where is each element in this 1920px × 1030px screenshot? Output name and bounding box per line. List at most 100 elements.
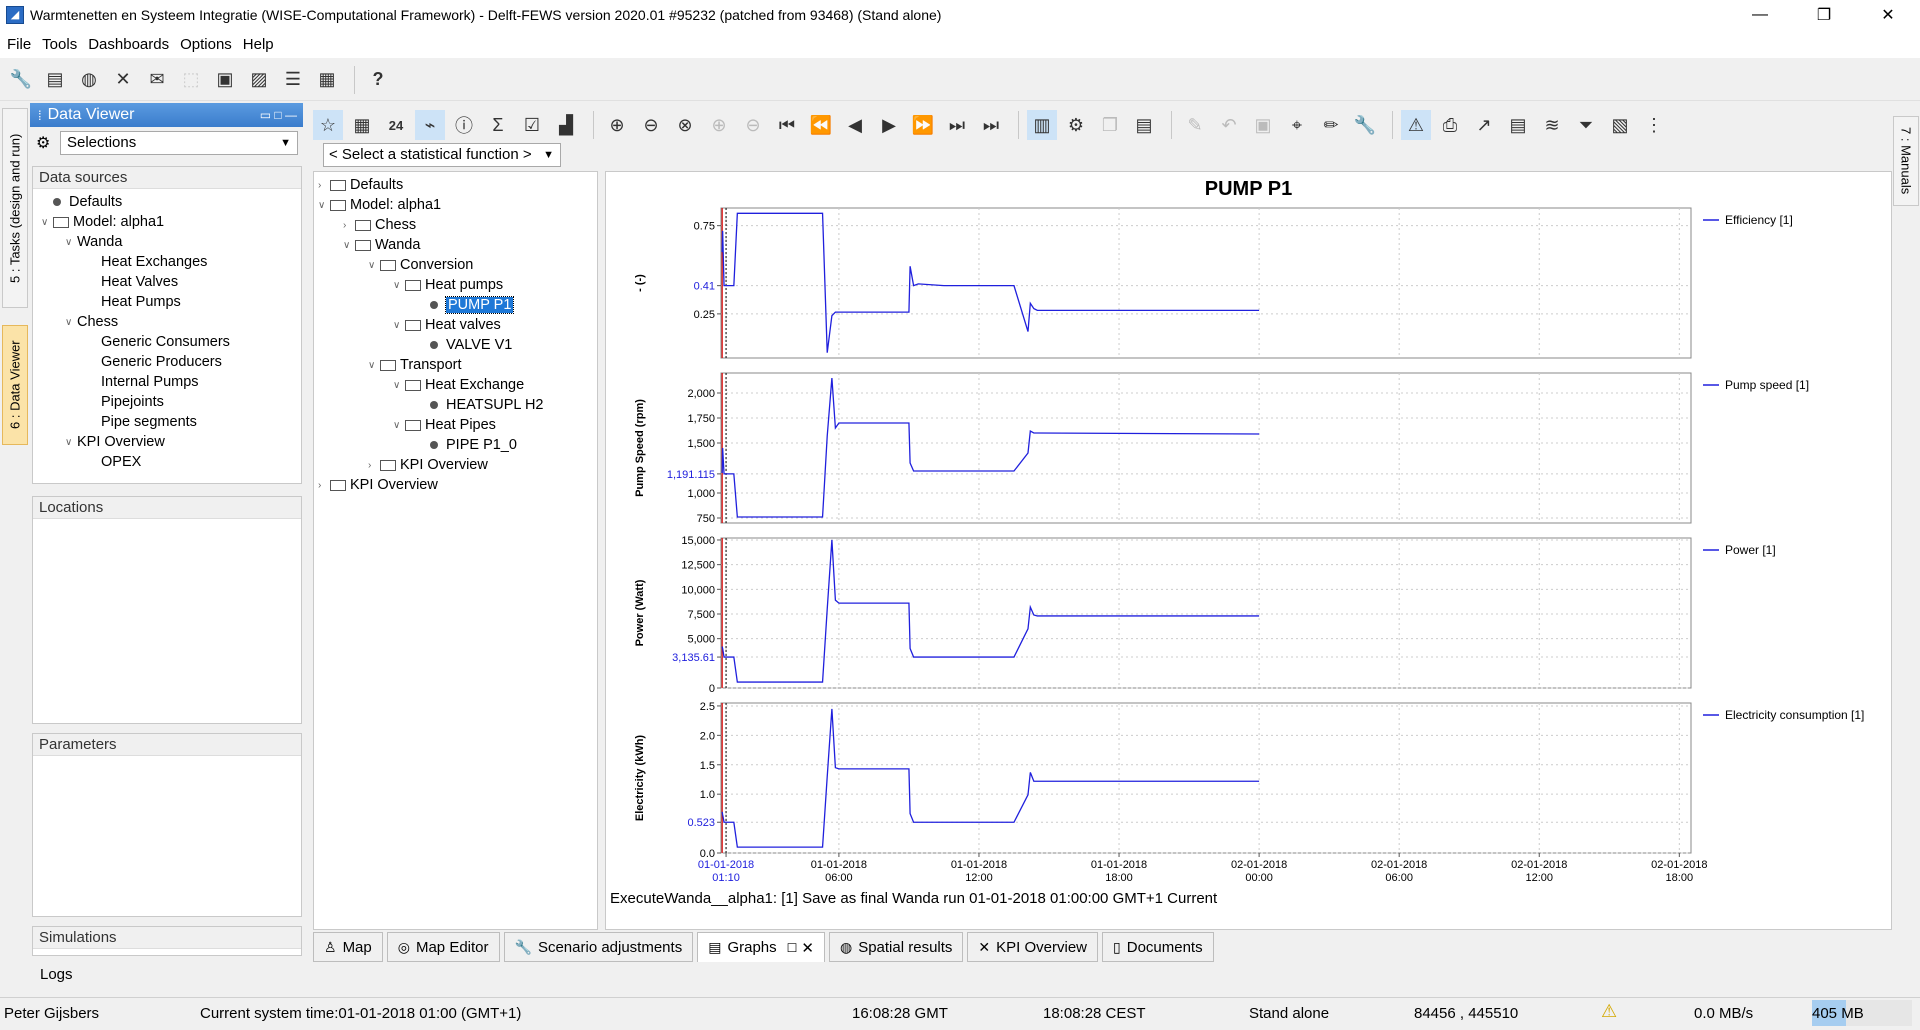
chevron-down-icon[interactable]: ∨ [318,200,330,211]
menu-tools[interactable]: Tools [42,36,77,53]
layout-icon[interactable]: ▥ [1027,110,1057,140]
paste-icon[interactable]: ▤ [1129,110,1159,140]
chevron-right-icon[interactable]: › [318,480,330,491]
tree-node[interactable]: Heat Exchanges [89,252,207,272]
export-icon[interactable]: ↗ [1469,110,1499,140]
pencil-icon[interactable]: ✏ [1316,110,1346,140]
tree-node[interactable]: ∨ Heat pumps [393,275,503,295]
table-icon[interactable]: ▦ [347,110,377,140]
print-icon[interactable]: ⎙ [1435,110,1465,140]
settings-icon[interactable]: ⚙ [1061,110,1091,140]
chevron-down-icon[interactable]: ∨ [65,437,77,448]
selections-dropdown[interactable]: Selections ▼ [60,131,298,155]
image-icon[interactable]: ▧ [1605,110,1635,140]
last-icon[interactable]: ⏭ [942,110,972,140]
chart-tools-icon[interactable]: ⌖ [1282,110,1312,140]
chevron-down-icon[interactable]: ∨ [393,280,405,291]
tree-node[interactable]: VALVE V1 [418,335,512,355]
maximize-tab-icon[interactable]: ☐ [787,941,798,955]
logs-label[interactable]: Logs [40,966,73,983]
tree-node[interactable]: Generic Producers [89,352,222,372]
sigma-icon[interactable]: Σ [483,110,513,140]
tab-kpi-overview[interactable]: ✕ KPI Overview [967,932,1099,962]
tree-node[interactable]: Pipejoints [89,392,164,412]
tree-node[interactable]: › KPI Overview [368,455,488,475]
maximize-button[interactable]: ❐ [1792,0,1856,30]
table-icon[interactable]: ▦ [312,65,342,95]
tree-node[interactable]: ∨ Transport [368,355,462,375]
layers-icon[interactable]: ≋ [1537,110,1567,140]
tab-scenario-adjustments[interactable]: 🔧 Scenario adjustments [503,932,694,962]
tree-node[interactable]: › Defaults [318,175,403,195]
tree-node[interactable]: PIPE P1_0 [418,435,517,455]
warning-icon[interactable]: ⚠ [1601,1001,1617,1022]
minimize-button[interactable]: — [1728,0,1792,30]
chart-svg[interactable]: 0.75 0.41 0.25 - (-) Efficiency [1] 2,000 1,75… [606,172,1891,882]
list-icon[interactable]: ☰ [278,65,308,95]
tools-icon[interactable]: ✕ [108,65,138,95]
tree-node[interactable]: PUMP P1 [418,295,515,315]
tab-map[interactable]: ♙ Map [313,932,383,962]
checklist-icon[interactable]: ☑ [517,110,547,140]
chevron-down-icon[interactable]: ∨ [41,217,53,228]
tab-data-viewer[interactable]: 6 : Data Viewer [2,325,28,445]
close-button[interactable]: ✕ [1856,0,1920,30]
zoom-in-icon[interactable]: ⊕ [602,110,632,140]
chevron-down-icon[interactable]: ∨ [368,360,380,371]
graph-icon[interactable]: ▤ [40,65,70,95]
tab-manuals[interactable]: 7 : Manuals [1893,116,1919,206]
warning-icon[interactable]: ⚠ [1401,110,1431,140]
chevron-down-icon[interactable]: ∨ [368,260,380,271]
prev-icon[interactable]: ◀ [840,110,870,140]
tree-node[interactable]: ∨ Chess [65,312,118,332]
chevron-down-icon[interactable]: ∨ [393,320,405,331]
tab-tasks[interactable]: 5 : Tasks (design and run) [2,108,28,308]
tree-node[interactable]: › KPI Overview [318,475,438,495]
grid-icon[interactable]: ⋮ [1639,110,1669,140]
tree-node[interactable]: ∨ Wanda [343,235,420,255]
tree-node[interactable]: Heat Pumps [89,292,181,312]
stats-icon[interactable]: ▤ [1503,110,1533,140]
first-icon[interactable]: ⏮ [772,110,802,140]
help-icon[interactable]: ? [363,65,393,95]
zoom-fit-icon[interactable]: ⊗ [670,110,700,140]
24h-icon[interactable]: 24 [381,110,411,140]
wrench-icon[interactable]: 🔧 [1350,110,1380,140]
filter-icon[interactable]: ⏷ [1571,110,1601,140]
forward-icon[interactable]: ⏩ [908,110,938,140]
tree-node[interactable]: Heat Valves [89,272,178,292]
bars-icon[interactable]: ▟ [551,110,581,140]
chevron-down-icon[interactable]: ∨ [393,420,405,431]
chevron-down-icon[interactable]: ∨ [343,240,355,251]
close-icon[interactable]: ✕ [801,939,814,957]
tab-spatial-results[interactable]: ◍ Spatial results [828,932,964,962]
chevron-down-icon[interactable]: ∨ [65,317,77,328]
star-icon[interactable]: ☆ [313,110,343,140]
monitor-icon[interactable]: ▣ [210,65,240,95]
chart-check-icon[interactable]: ▨ [244,65,274,95]
tree-node[interactable]: ∨ Heat Exchange [393,375,524,395]
simulations-box[interactable]: Simulations [32,926,302,956]
end-icon[interactable]: ⏭ [976,110,1006,140]
chevron-right-icon[interactable]: › [368,460,380,471]
tree-node[interactable]: Pipe segments [89,412,197,432]
tree-node[interactable]: ∨ Model: alpha1 [41,212,164,232]
tree-node[interactable]: ∨ Wanda [65,232,122,252]
tree-node[interactable]: ∨ Heat valves [393,315,501,335]
tab-graphs[interactable]: ▤ Graphs ☐ ✕ [697,932,825,962]
menu-options[interactable]: Options [180,36,232,53]
tree-node[interactable]: Internal Pumps [89,372,199,392]
chevron-down-icon[interactable]: ∨ [393,380,405,391]
menu-dashboards[interactable]: Dashboards [88,36,169,53]
chevron-down-icon[interactable]: ∨ [65,237,77,248]
tab-map-editor[interactable]: ◎ Map Editor [386,932,500,962]
tree-node[interactable]: HEATSUPL H2 [418,395,544,415]
statistical-function-select[interactable]: < Select a statistical function > ▼ [323,143,561,167]
wrench-icon[interactable]: 🔧 [6,65,36,95]
tree-node[interactable]: ∨ Heat Pipes [393,415,496,435]
rewind-icon[interactable]: ⏪ [806,110,836,140]
chevron-right-icon[interactable]: › [343,220,355,231]
chevron-right-icon[interactable]: › [318,180,330,191]
panel-controls[interactable]: ▭ □ — [260,108,297,122]
tree-node[interactable]: ∨ KPI Overview [65,432,165,452]
